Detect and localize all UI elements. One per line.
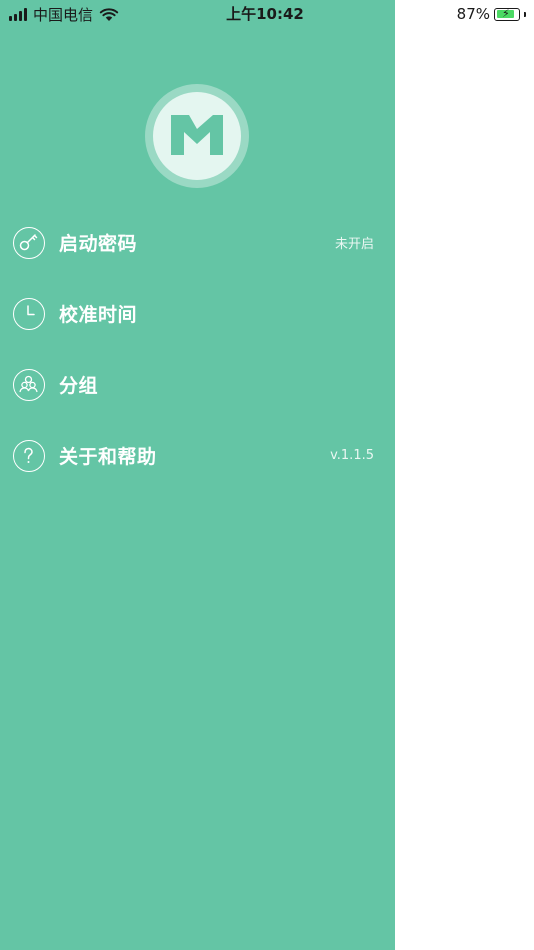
status-bar: 中国电信 上午10:42 87% ⚡ (0, 0, 534, 28)
app-logo (145, 84, 249, 188)
menu-item-about-help[interactable]: 关于和帮助 v.1.1.5 (0, 420, 395, 491)
menu-item-calibrate-time[interactable]: 校准时间 (0, 278, 395, 349)
question-icon (13, 439, 45, 472)
side-drawer: 启动密码 未开启 校准时间 分组 关于和帮助 v.1.1.5 (0, 0, 395, 950)
m-logo-icon (171, 115, 223, 155)
menu-item-label: 启动密码 (59, 233, 138, 255)
menu-item-group[interactable]: 分组 (0, 349, 395, 420)
menu-item-label: 校准时间 (59, 304, 138, 326)
battery-percent: 87% (456, 5, 490, 23)
password-status-text: 未开启 (334, 237, 374, 252)
drawer-menu: 启动密码 未开启 校准时间 分组 关于和帮助 v.1.1.5 (0, 207, 395, 491)
menu-item-label: 关于和帮助 (59, 446, 157, 468)
clock-time: 上午10:42 (226, 5, 304, 23)
key-icon (13, 226, 45, 259)
clock-icon (13, 297, 45, 330)
menu-item-startup-password[interactable]: 启动密码 未开启 (0, 207, 395, 278)
battery-icon: ⚡ (494, 6, 520, 21)
group-icon (13, 368, 45, 401)
menu-item-label: 分组 (59, 375, 99, 397)
main-content-overlay[interactable] (395, 0, 534, 950)
version-text: v.1.1.5 (330, 448, 374, 463)
charging-bolt-icon: ⚡ (502, 6, 510, 20)
